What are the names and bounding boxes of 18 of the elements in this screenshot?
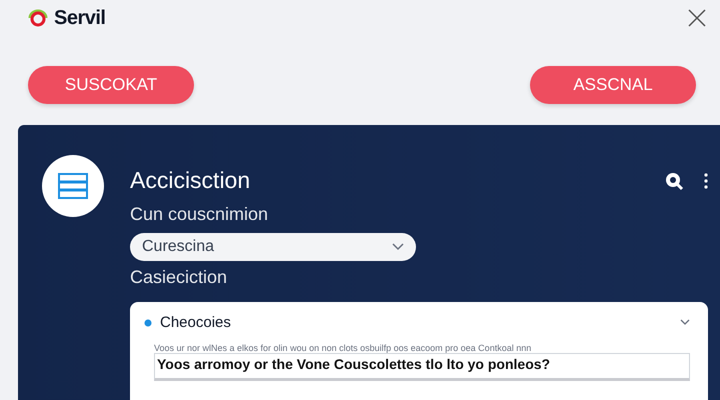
chevron-icon[interactable] <box>680 319 690 326</box>
app-title: Servil <box>54 6 106 30</box>
logo-icon <box>28 9 48 27</box>
panel-title: Accicisction <box>130 167 250 194</box>
subtitle: Cun couscnimion <box>130 204 270 225</box>
hint-text: Voos ur nor wlNes a elkos for olin wou on non clots osbuilfp oos eacoom pro oea Contkoal nnn <box>154 343 532 353</box>
more-icon[interactable] <box>704 172 708 190</box>
chevron-icon <box>392 243 404 251</box>
dot-icon <box>144 318 152 326</box>
action-button[interactable]: SUSCOKAT <box>28 66 194 104</box>
close-icon[interactable] <box>688 9 706 27</box>
card-title: Cheocoies <box>160 314 232 331</box>
search-icon[interactable] <box>664 170 684 190</box>
action-button[interactable]: ASSCNAL <box>530 66 696 104</box>
answer-box[interactable]: Yoos arromoy or the Vone Couscolettes tlo lto yo ponleos? <box>154 353 690 381</box>
section-label: Casieciction <box>130 267 228 288</box>
dropdown[interactable]: Curescina <box>130 233 416 261</box>
list-icon <box>58 173 88 199</box>
